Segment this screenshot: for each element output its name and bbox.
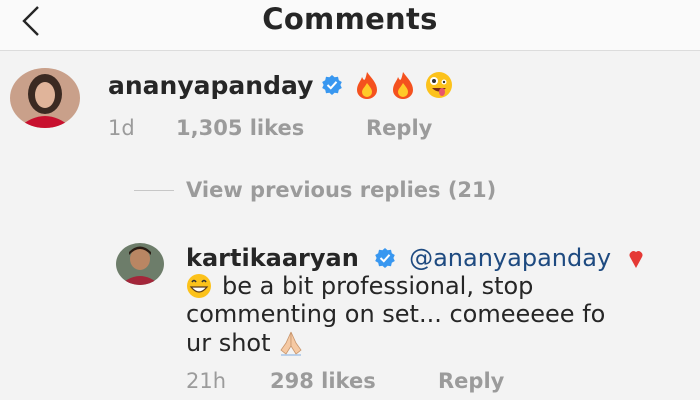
username[interactable]: ananyapanday [108, 71, 313, 100]
heart-icon [629, 251, 643, 268]
fire-icon [393, 72, 414, 99]
grinning-face-icon [187, 274, 211, 298]
comment-time: 1d [108, 116, 135, 140]
fire-icon [357, 72, 378, 99]
divider [134, 189, 174, 191]
view-previous-replies[interactable]: View previous replies (21) [134, 178, 496, 202]
reply-button[interactable]: Reply [438, 369, 504, 393]
view-previous-replies-label: View previous replies (21) [186, 178, 497, 202]
comment-text-line: commenting on set... comeeeee fo [186, 300, 606, 328]
reply-comment-text: kartikaaryan @ananyapanday be a bit prof… [186, 244, 700, 357]
verified-badge-icon [375, 248, 396, 268]
comment-time: 21h [186, 369, 227, 393]
username[interactable]: kartikaaryan [186, 244, 359, 272]
header-bar: Comments [0, 0, 700, 51]
avatar[interactable] [116, 243, 164, 285]
page-title: Comments [262, 2, 438, 36]
folded-hands-icon [279, 331, 302, 356]
likes-count[interactable]: 298 likes [270, 369, 376, 393]
reply-comment-meta: 21h 298 likes Reply [186, 369, 504, 393]
likes-count[interactable]: 1,305 likes [176, 116, 304, 140]
reply-button[interactable]: Reply [366, 116, 432, 140]
comment-text-line: ur shot [186, 329, 271, 357]
comment-meta: 1d 1,305 likes Reply [108, 116, 432, 140]
comment-line: ananyapanday [108, 70, 460, 100]
verified-badge-icon [322, 75, 343, 95]
mention-link[interactable]: @ananyapanday [409, 244, 611, 272]
comment-text-line: be a bit professional, stop [222, 272, 534, 300]
avatar[interactable] [10, 68, 80, 128]
zany-face-icon [426, 72, 453, 98]
